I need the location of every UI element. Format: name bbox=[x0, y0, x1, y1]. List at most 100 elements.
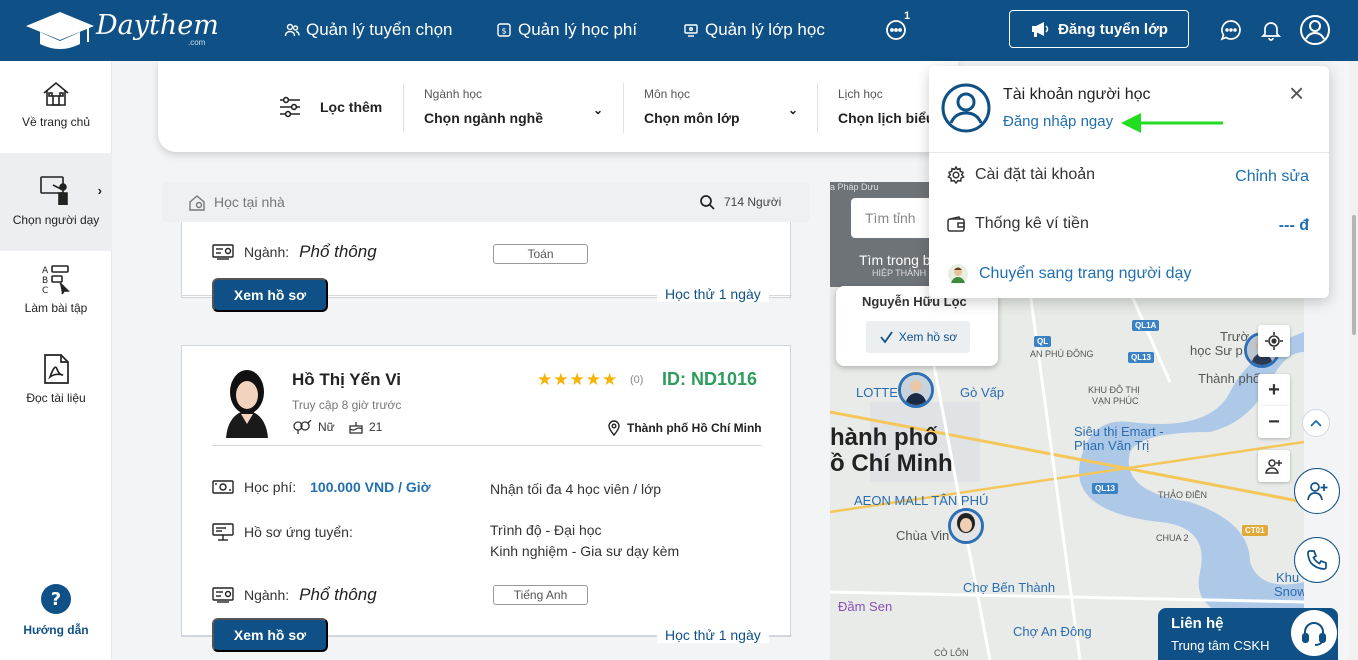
locate-me-button[interactable] bbox=[1258, 325, 1290, 357]
schedule-select[interactable]: Lịch học Chọn lịch biểu bbox=[817, 83, 947, 133]
certificate-icon bbox=[212, 244, 234, 260]
add-user-icon bbox=[1265, 459, 1282, 474]
road-badge: QL13 bbox=[1128, 352, 1155, 363]
edit-account-link[interactable]: Chỉnh sửa bbox=[1235, 168, 1309, 186]
svg-text:B: B bbox=[42, 276, 48, 286]
major-row: Ngành: Phổ thông bbox=[212, 585, 377, 605]
sidebar-item-documents-label: Đọc tài liệu bbox=[26, 391, 86, 405]
teacher-board-icon bbox=[40, 176, 68, 205]
add-person-map-button[interactable] bbox=[1258, 450, 1290, 482]
logo-text: Daythem bbox=[96, 10, 219, 41]
popup-view-profile-button[interactable]: Xem hồ sơ bbox=[866, 321, 970, 353]
sidebar-item-documents[interactable]: Đọc tài liệu bbox=[0, 353, 112, 433]
subject-select-value: Chọn môn lớp bbox=[644, 110, 740, 126]
headset-icon bbox=[1291, 610, 1337, 656]
map-label: Chùa Vin bbox=[896, 528, 950, 543]
subject-select[interactable]: Môn học Chọn môn lớp ⌄ bbox=[623, 83, 798, 133]
subject-tag: Toán bbox=[493, 244, 588, 264]
map-label: CÒ LÔN bbox=[934, 648, 969, 658]
filter-more-button[interactable]: Lọc thêm bbox=[278, 95, 382, 119]
map-label: VẠN PHÚC bbox=[1092, 396, 1139, 406]
switch-to-teacher-label: Chuyển sang trang người dạy bbox=[979, 265, 1192, 282]
map-label-damsen: Đầm Sen bbox=[838, 599, 893, 614]
avatar-portrait-icon bbox=[216, 366, 278, 438]
bell-icon[interactable] bbox=[1259, 18, 1283, 42]
major-label: Ngành: bbox=[244, 587, 290, 603]
age-info: 21 bbox=[349, 420, 382, 434]
major-row: Ngành: Phổ thông bbox=[212, 242, 377, 262]
check-icon bbox=[880, 331, 893, 344]
rating-count: (0) bbox=[630, 374, 644, 386]
account-title: Tài khoản người học bbox=[1003, 86, 1151, 103]
major-value: Phổ thông bbox=[299, 585, 377, 604]
sidebar-guide[interactable]: ? Hướng dẫn bbox=[0, 583, 112, 653]
zoom-out-button[interactable]: − bbox=[1258, 406, 1290, 438]
profile-label: Hồ sơ ứng tuyển: bbox=[244, 524, 353, 540]
chat-icon[interactable] bbox=[1219, 18, 1243, 42]
map-label: a Pháp Dưu bbox=[830, 182, 879, 192]
nav-tuition[interactable]: $ Quản lý học phí bbox=[496, 20, 637, 40]
account-settings-label: Cài đặt tài khoản bbox=[975, 166, 1096, 183]
user-avatar-icon[interactable] bbox=[1299, 14, 1331, 46]
sidebar-item-choose-teacher[interactable]: Chọn người dạy › bbox=[0, 153, 112, 251]
login-link[interactable]: Đăng nhập ngay bbox=[1003, 113, 1113, 130]
scrollbar-thumb[interactable] bbox=[1352, 215, 1356, 335]
teacher-map-pin[interactable] bbox=[898, 372, 934, 408]
chevron-down-icon: ⌄ bbox=[787, 103, 798, 117]
search-bar[interactable]: Học tại nhà 714 Người bbox=[162, 182, 810, 222]
teacher-id: ID: ND1016 bbox=[662, 369, 758, 389]
major-select[interactable]: Ngành học Chọn ngành nghề ⌄ bbox=[403, 83, 603, 133]
view-profile-button[interactable]: Xem hồ sơ bbox=[212, 618, 328, 652]
road-badge: QL13 bbox=[1092, 483, 1119, 494]
rating-stars: ★★★★★ bbox=[537, 370, 619, 389]
map-label: Khu bbox=[1276, 570, 1300, 585]
scroll-top-button[interactable] bbox=[1302, 409, 1330, 437]
road-badge: QL bbox=[1034, 336, 1052, 347]
register-teacher-button[interactable] bbox=[1294, 468, 1340, 514]
sidebar-guide-label: Hướng dẫn bbox=[23, 623, 89, 637]
location-pin-icon bbox=[608, 420, 620, 436]
teacher-avatar[interactable] bbox=[216, 366, 278, 438]
certificate-icon bbox=[212, 587, 234, 603]
gender-info: Nữ bbox=[292, 420, 335, 434]
map-label-emart2: Phan Văn Trị bbox=[1074, 438, 1150, 453]
search-icon[interactable] bbox=[699, 194, 715, 210]
fee-label: Học phí: bbox=[244, 479, 297, 495]
gender-value: Nữ bbox=[318, 420, 335, 434]
map-label-lotte: LOTTE bbox=[856, 385, 898, 400]
sidebar-item-home[interactable]: Về trang chủ bbox=[0, 79, 112, 159]
nav-classes[interactable]: Quản lý lớp học bbox=[683, 20, 825, 40]
switch-to-teacher-row[interactable]: Chuyển sang trang người dạy bbox=[947, 263, 1309, 285]
home-icon bbox=[43, 81, 69, 106]
sidebar-item-choose-teacher-label: Chọn người dạy bbox=[12, 213, 100, 227]
road-badge: CT01 bbox=[1242, 525, 1268, 536]
nav-recruitment[interactable]: Quản lý tuyển chọn bbox=[284, 20, 452, 40]
logo[interactable]: Daythem .com bbox=[24, 8, 219, 54]
map-label-andong: Chợ An Đông bbox=[1013, 624, 1092, 639]
post-class-button[interactable]: Đăng tuyển lớp bbox=[1009, 10, 1189, 48]
exercise-icon: ABC bbox=[42, 265, 70, 295]
map-city-line2: ồ Chí Minh bbox=[830, 450, 953, 477]
trial-link[interactable]: Học thử 1 ngày bbox=[657, 627, 769, 643]
wallet-balance: --- đ bbox=[1278, 217, 1309, 234]
cake-icon bbox=[349, 422, 363, 434]
contact-support-widget[interactable]: Liên hệ Trung tâm CSKH bbox=[1158, 608, 1338, 660]
call-button[interactable] bbox=[1294, 537, 1340, 583]
scrollbar-track[interactable] bbox=[1350, 61, 1358, 660]
gender-icon bbox=[293, 420, 312, 434]
view-profile-button[interactable]: Xem hồ sơ bbox=[212, 278, 328, 312]
teacher-map-pin[interactable] bbox=[948, 508, 984, 544]
wallet-stats-row[interactable]: Thống kê ví tiền bbox=[947, 215, 1309, 233]
map-label-aeon: AEON MALL TÂN PHÚ bbox=[854, 493, 989, 508]
zoom-in-button[interactable]: + bbox=[1258, 374, 1290, 406]
pdf-icon bbox=[44, 354, 69, 384]
sidebar-item-exercises-label: Làm bài tập bbox=[24, 301, 88, 315]
map-label-benthanh: Chợ Bến Thành bbox=[963, 580, 1056, 595]
teacher-name[interactable]: Hồ Thị Yến Vi bbox=[292, 370, 401, 390]
close-icon[interactable]: × bbox=[1289, 78, 1304, 109]
trial-link[interactable]: Học thử 1 ngày bbox=[657, 286, 769, 302]
sidebar-item-exercises[interactable]: ABC Làm bài tập bbox=[0, 263, 112, 343]
teacher-card-previous: Ngành: Phổ thông Toán Xem hồ sơ Học thử … bbox=[181, 222, 792, 312]
road-badge: QL1A bbox=[1132, 320, 1160, 331]
major-label: Ngành: bbox=[244, 244, 290, 260]
